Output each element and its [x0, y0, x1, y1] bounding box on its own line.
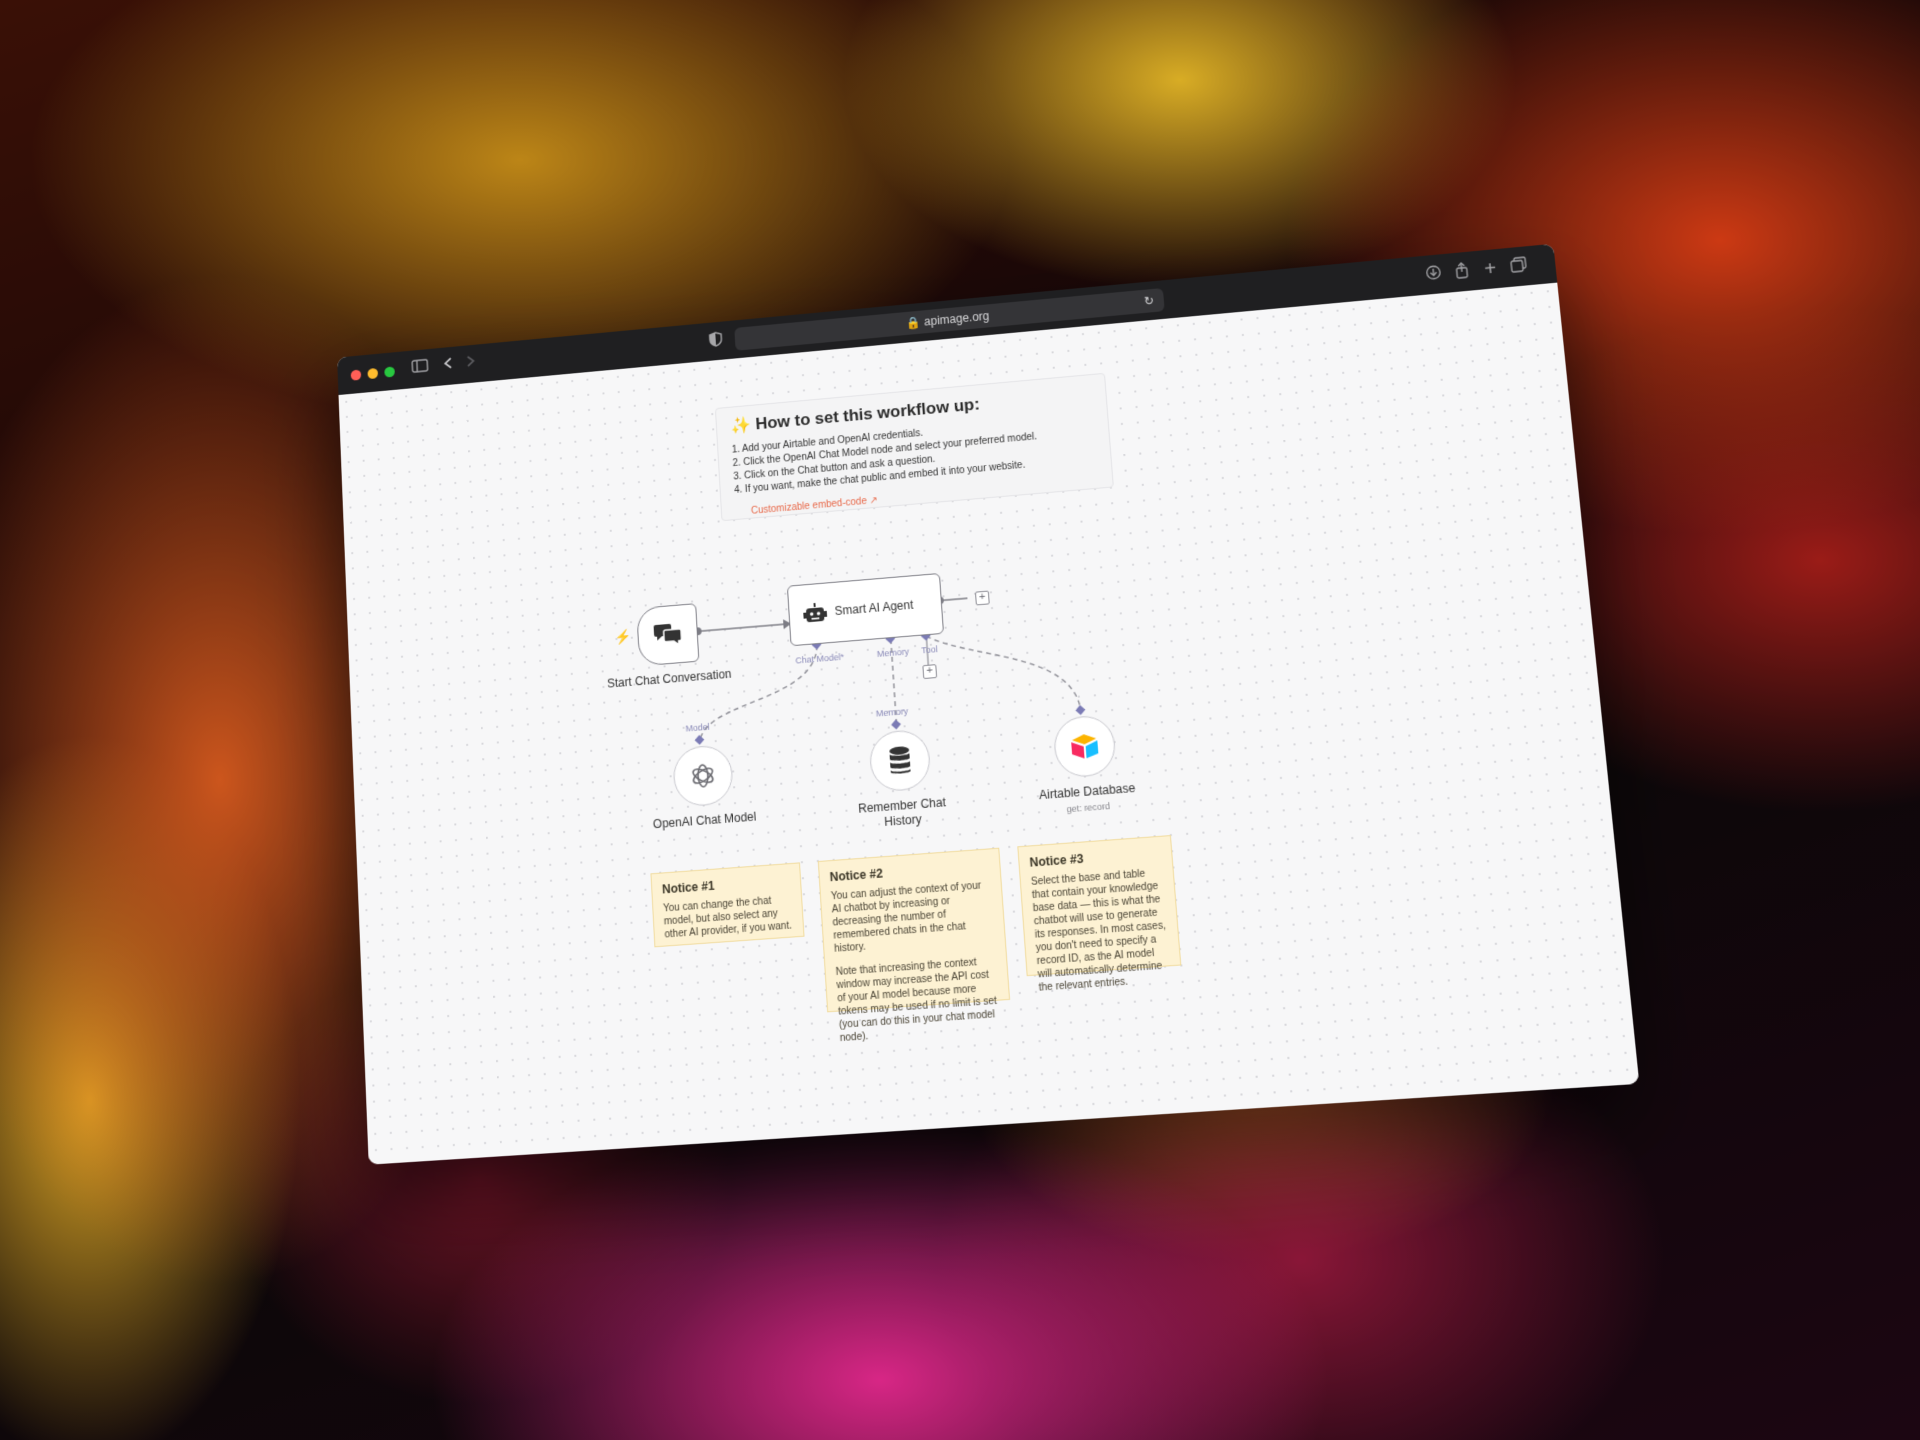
notice-3-note[interactable]: Notice #3 Select the base and table that…: [1017, 835, 1182, 994]
openai-logo-icon: [687, 760, 718, 792]
smart-ai-agent-node[interactable]: Smart AI Agent: [786, 572, 945, 647]
notice-2-note[interactable]: Notice #2 You can adjust the context of …: [817, 847, 1011, 1044]
zoom-window-button[interactable]: [384, 366, 395, 378]
database-icon: [889, 746, 911, 775]
tool-input-port[interactable]: [1075, 705, 1086, 715]
note-title: Notice #1: [661, 878, 715, 897]
add-tool-button[interactable]: +: [922, 664, 938, 680]
download-icon[interactable]: [1423, 264, 1445, 285]
tool-port-label: Tool: [921, 644, 939, 656]
privacy-shield-icon[interactable]: [706, 331, 726, 352]
back-icon[interactable]: [438, 356, 458, 377]
note-body-2: Note that increasing the context window …: [835, 957, 998, 1045]
url-text: apimage.org: [923, 309, 990, 329]
note-body: Select the base and table that contain y…: [1030, 868, 1167, 994]
notice-1-note[interactable]: Notice #1 You can change the chat model,…: [650, 862, 805, 948]
tab-overview-icon[interactable]: [1508, 256, 1530, 277]
model-input-port[interactable]: [694, 735, 705, 745]
browser-window: 🔒 apimage.org ↻ + ✨ How to set this work…: [337, 243, 1640, 1165]
new-tab-icon[interactable]: +: [1479, 258, 1501, 280]
main-connection: [698, 624, 790, 632]
forward-icon[interactable]: [461, 354, 481, 375]
close-window-button[interactable]: [350, 369, 362, 381]
workflow-canvas[interactable]: ✨ How to set this workflow up: 1. Add yo…: [338, 282, 1640, 1165]
trigger-bolt-icon: ⚡: [614, 628, 632, 646]
note-body: You can adjust the context of your AI ch…: [830, 880, 982, 955]
sidebar-toggle-icon[interactable]: [410, 358, 430, 379]
chat-bubbles-icon: [653, 623, 682, 649]
reload-icon[interactable]: ↻: [1143, 289, 1155, 313]
agent-output-connection: [940, 598, 968, 600]
agent-add-output-button[interactable]: +: [974, 590, 990, 606]
note-title: Notice #3: [1029, 851, 1084, 870]
start-chat-trigger-node[interactable]: [636, 603, 700, 667]
note-body: You can change the chat model, but also …: [662, 895, 793, 941]
lock-icon: 🔒: [905, 315, 922, 331]
share-icon[interactable]: [1451, 261, 1473, 282]
agent-node-label: Smart AI Agent: [834, 597, 914, 619]
tool-connection: [926, 624, 1081, 722]
model-input-label: Model: [685, 721, 710, 734]
robot-icon: [803, 601, 828, 623]
airtable-logo-icon: [1071, 733, 1099, 760]
minimize-window-button[interactable]: [367, 367, 379, 380]
memory-input-port[interactable]: [891, 719, 901, 730]
